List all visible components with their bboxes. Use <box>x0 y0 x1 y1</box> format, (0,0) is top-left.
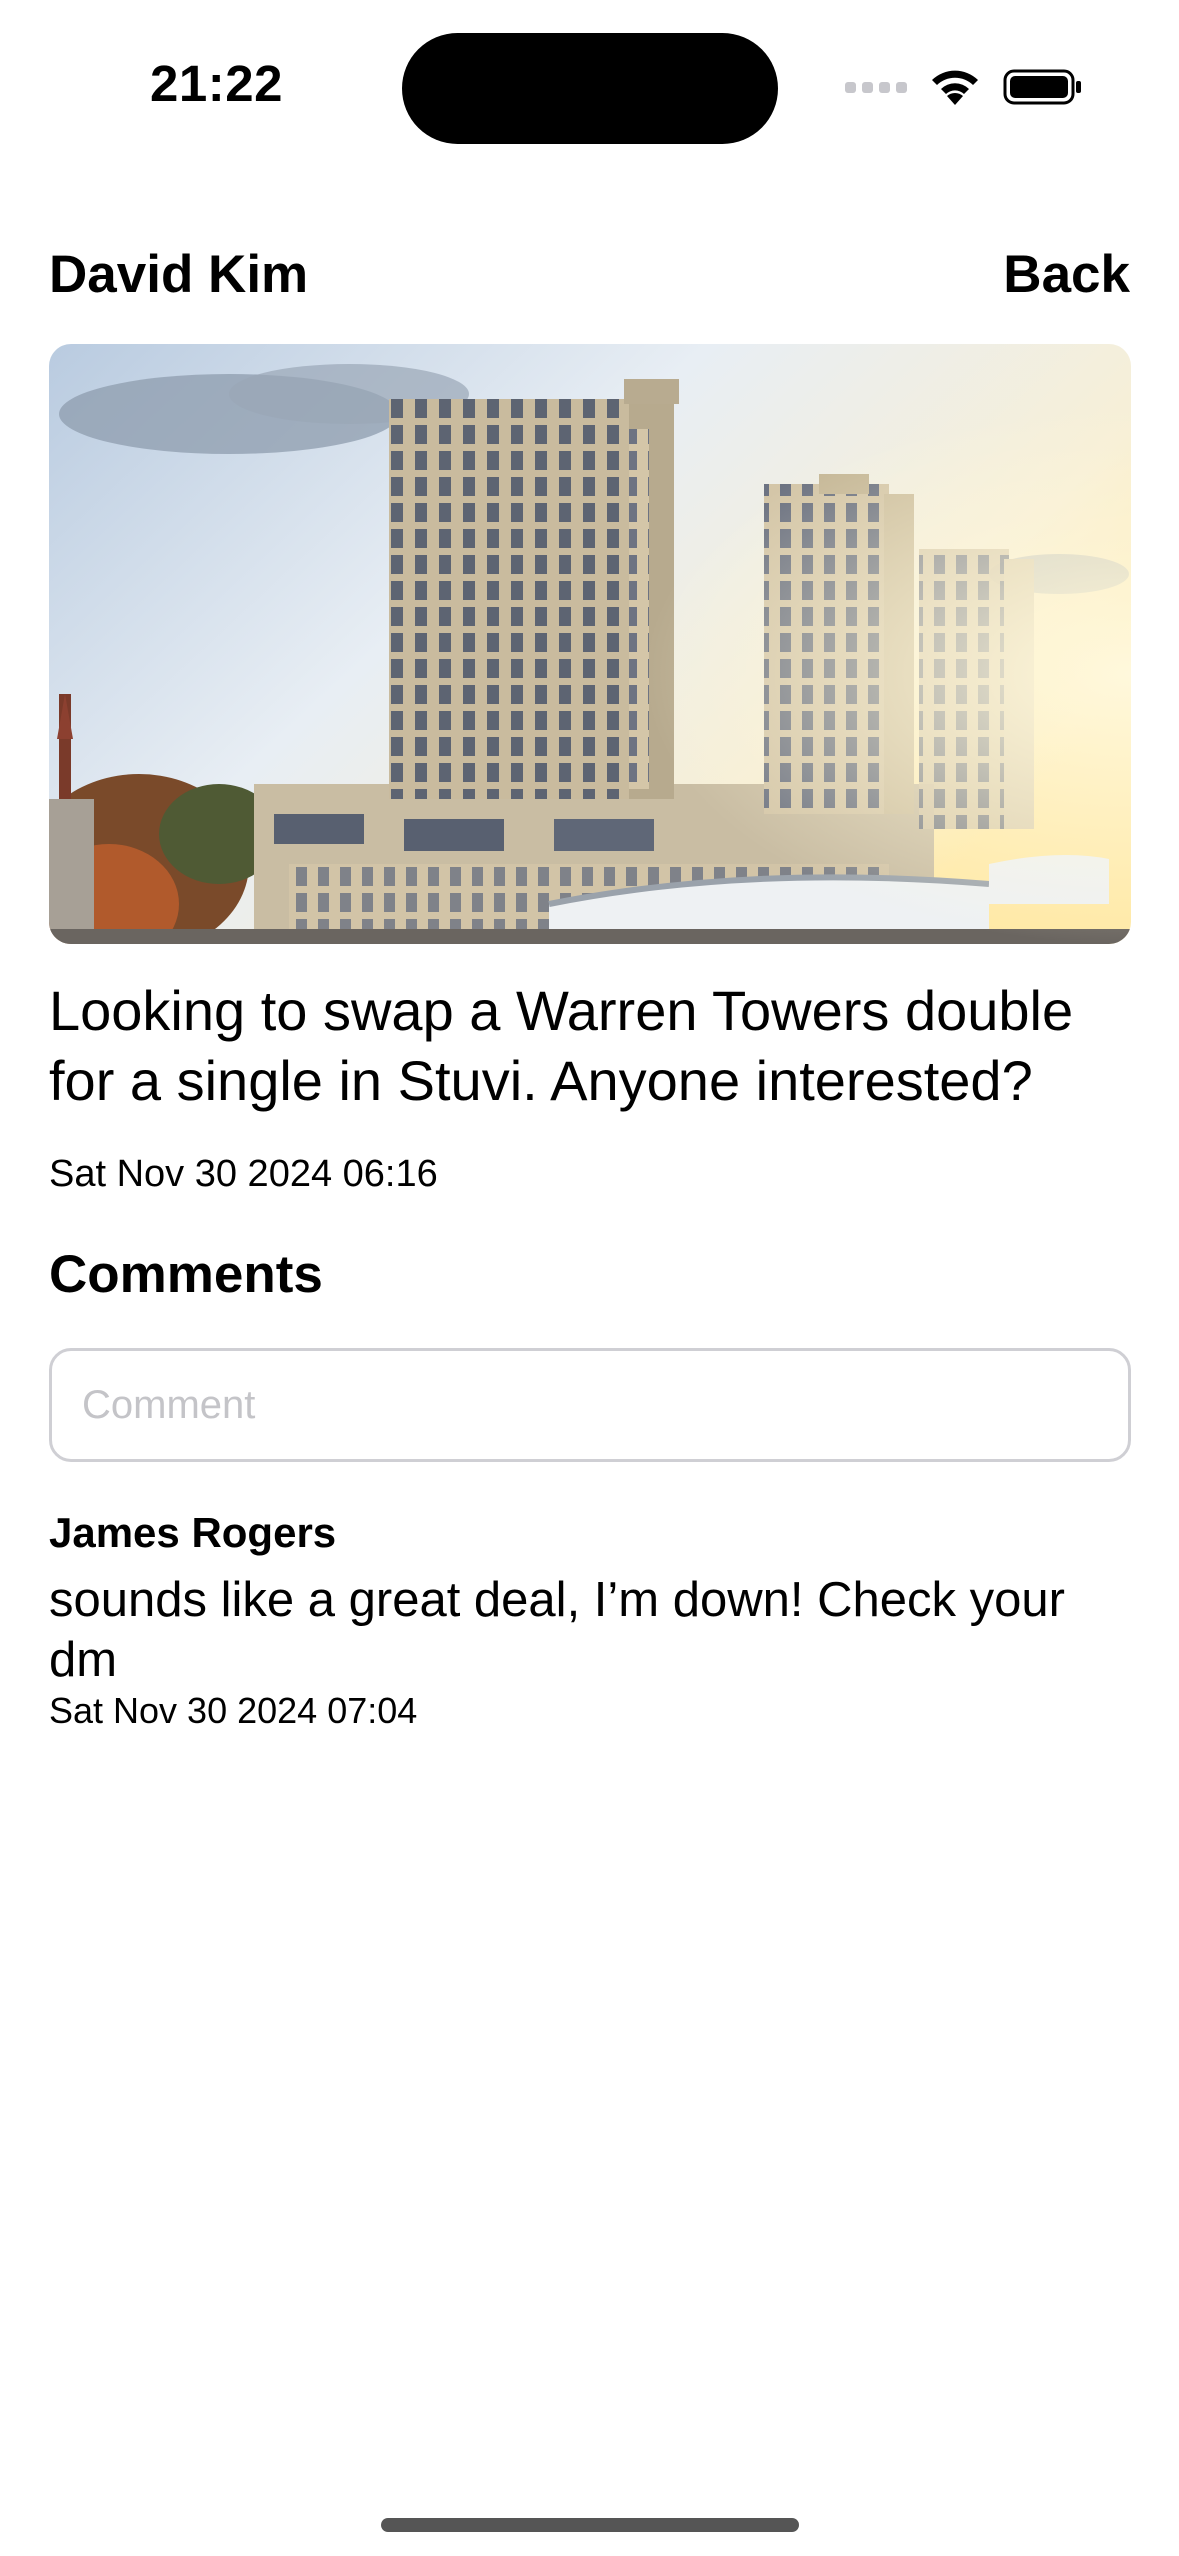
status-time: 21:22 <box>150 55 283 112</box>
post-detail-screen: 21:22 David Kim Back Looking to swap a W… <box>0 0 1179 2556</box>
back-button[interactable]: Back <box>1003 244 1130 306</box>
comment-input[interactable] <box>49 1348 1131 1462</box>
comment-timestamp: Sat Nov 30 2024 07:04 <box>49 1690 418 1731</box>
dynamic-island <box>402 33 778 144</box>
battery-icon <box>1003 69 1081 105</box>
nav-title: David Kim <box>49 245 309 304</box>
post-body: Looking to swap a Warren Towers double f… <box>49 979 1074 1112</box>
post-timestamp: Sat Nov 30 2024 06:16 <box>49 1153 438 1195</box>
comment-text: sounds like a great deal, I’m down! Chec… <box>49 1573 1065 1687</box>
photo-icon <box>49 344 1131 944</box>
status-icons <box>845 62 1083 112</box>
wifi-icon <box>932 70 978 105</box>
home-indicator[interactable] <box>381 2518 799 2532</box>
comment-item: James Rogers sounds like a great deal, I… <box>49 1508 1139 1732</box>
comment-author: James Rogers <box>49 1509 337 1556</box>
post-photo <box>49 344 1131 944</box>
cellular-signal-icon <box>845 81 907 93</box>
comments-heading: Comments <box>49 1245 323 1304</box>
